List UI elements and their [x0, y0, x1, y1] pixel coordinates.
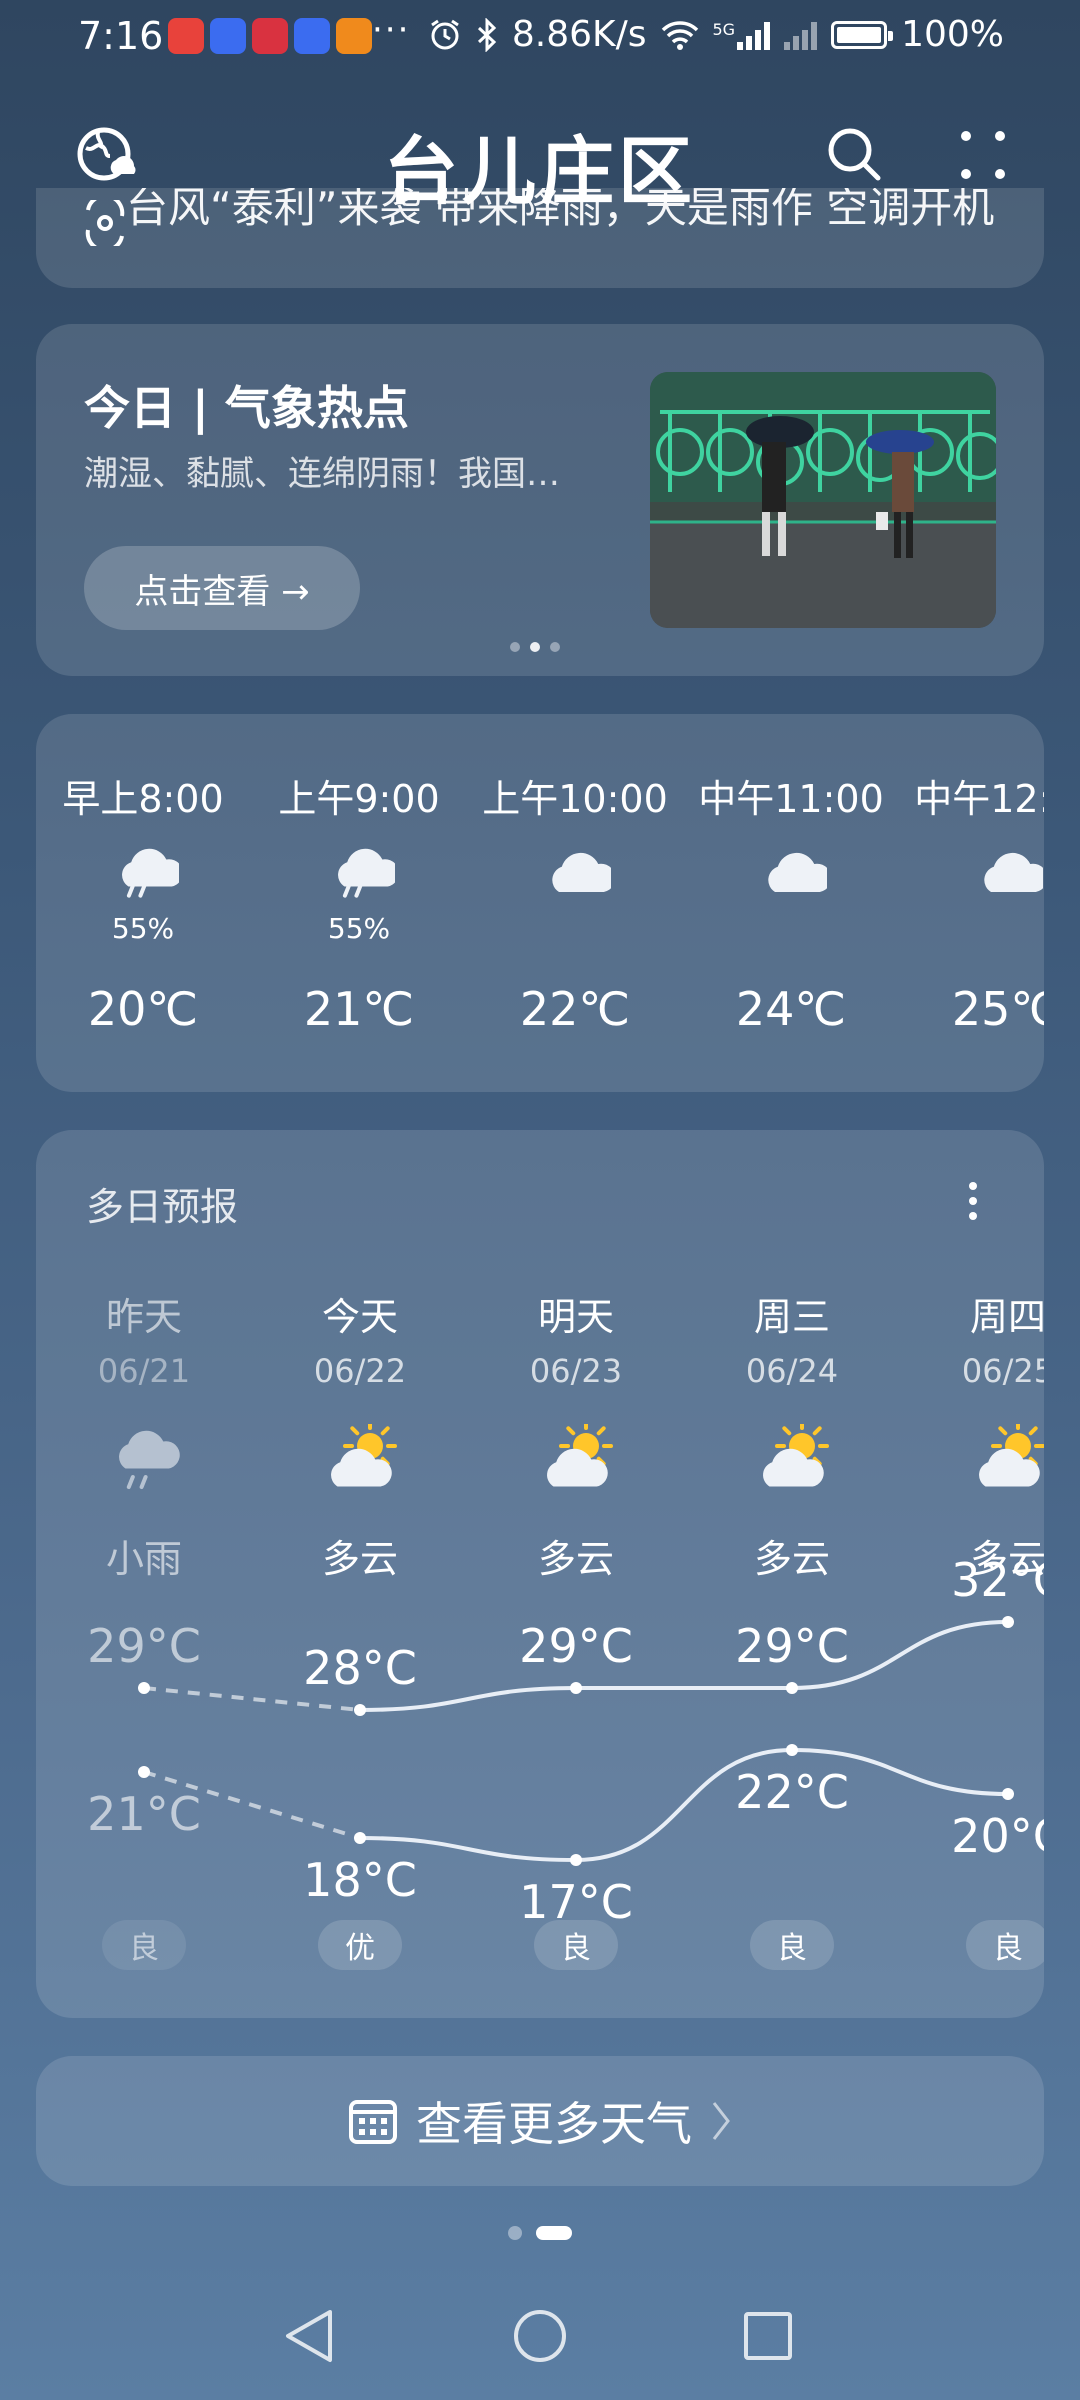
hourly-temp: 25℃	[951, 982, 1044, 1036]
hot-topic-card[interactable]: 今日 | 气象热点 潮湿、黏腻、连绵阴雨！我国… 点击查看 →	[36, 324, 1044, 676]
hot-topic-subtitle: 潮湿、黏腻、连绵阴雨！我国…	[84, 454, 560, 494]
video-app-icon	[336, 18, 372, 54]
alert-text: 台风“泰利”来袭 带来降雨，天是雨作 空调开机	[126, 188, 995, 232]
huawei-app-icon	[168, 18, 204, 54]
network-speed: 8.86K/s	[511, 14, 647, 55]
status-bar: 7:16 ··· 8.86K/s 5G 100%	[0, 0, 1080, 74]
hourly-temp: 22℃	[519, 982, 631, 1036]
rain-cloud-icon	[323, 842, 399, 898]
low-temp-label: 21°C	[87, 1787, 201, 1841]
status-more: ···	[372, 10, 411, 50]
precipitation-chance: 55%	[111, 912, 175, 945]
hourly-forecast-card[interactable]: 早上8:00 55% 20℃ 上午9:00 55% 21℃ 上午10:00 22…	[36, 714, 1044, 1092]
more-options-icon[interactable]	[958, 128, 1008, 182]
baidu-app-icon-2	[294, 18, 330, 54]
low-temp-point	[1002, 1788, 1014, 1800]
hourly-time: 中午12:00	[914, 777, 1044, 821]
battery-percent: 100%	[901, 14, 1004, 55]
low-temp-label: 18°C	[303, 1853, 417, 1907]
battery-icon	[831, 20, 894, 49]
nav-home-icon[interactable]	[510, 2306, 570, 2366]
rainy-street-photo	[650, 372, 996, 628]
high-temp-point	[1002, 1616, 1014, 1628]
high-temperature-line	[359, 1620, 1009, 1712]
precipitation-chance: 55%	[327, 912, 391, 945]
hourly-time: 中午11:00	[698, 777, 884, 821]
hourly-time: 早上8:00	[62, 777, 224, 821]
view-details-button[interactable]: 点击查看 →	[84, 546, 360, 630]
calendar-icon	[349, 2100, 397, 2144]
chevron-right-icon	[712, 2102, 730, 2140]
low-temp-label: 20°C	[951, 1809, 1044, 1863]
low-temp-label: 17°C	[519, 1875, 633, 1929]
high-temp-point	[354, 1704, 366, 1716]
high-temp-label: 29°C	[87, 1619, 201, 1673]
status-time: 7:16	[78, 14, 164, 58]
rain-cloud-icon	[107, 842, 183, 898]
more-weather-button[interactable]: 查看更多天气	[36, 2056, 1044, 2186]
status-right: 8.86K/s 5G 100%	[428, 14, 1004, 55]
bluetooth-icon	[477, 17, 497, 52]
search-icon[interactable]	[826, 126, 884, 184]
nav-recents-icon[interactable]	[742, 2310, 794, 2362]
signal-5g-icon: 5G	[713, 20, 771, 50]
daily-forecast-card[interactable]: 多日预报 昨天 06/21 小雨 良 今天 06/22 多云 优 明天 06/2…	[36, 1130, 1044, 2018]
high-temp-label: 32°C	[951, 1553, 1044, 1607]
hourly-time: 上午10:00	[482, 777, 668, 821]
high-temp-label: 28°C	[303, 1641, 417, 1695]
high-temp-point	[138, 1682, 150, 1694]
view-details-label: 点击查看 →	[134, 571, 310, 612]
page-dot-1[interactable]	[508, 2226, 522, 2240]
low-temperature-line	[359, 1747, 1009, 1863]
cloud-icon	[755, 842, 832, 898]
signal-icon	[784, 20, 818, 50]
low-temp-point	[138, 1766, 150, 1778]
alarm-icon	[431, 19, 459, 49]
low-temp-point	[570, 1854, 582, 1866]
hot-topic-title: 今日 | 气象热点	[84, 381, 409, 435]
high-temp-point	[570, 1682, 582, 1694]
reader-app-icon	[252, 18, 288, 54]
nav-back-icon[interactable]	[280, 2306, 340, 2366]
cloud-icon	[971, 842, 1044, 898]
carousel-indicator	[510, 642, 560, 652]
high-temp-point	[786, 1682, 798, 1694]
weather-alert-card[interactable]: 台风“泰利”来袭 带来降雨，天是雨作 空调开机	[36, 188, 1044, 288]
low-temp-point	[354, 1832, 366, 1844]
hourly-temp: 20℃	[87, 982, 199, 1036]
typhoon-icon	[85, 200, 125, 246]
hourly-temp: 21℃	[303, 982, 415, 1036]
temperature-chart: 29°C 28°C 29°C 29°C 32°C 21°C 18°C 17°C 22°C 20°C	[87, 1553, 1044, 1929]
low-temp-label: 22°C	[735, 1765, 849, 1819]
hourly-time: 上午9:00	[278, 777, 440, 821]
high-temp-label: 29°C	[519, 1619, 633, 1673]
page-dot-2[interactable]	[536, 2226, 572, 2240]
low-temp-point	[786, 1744, 798, 1756]
wifi-icon	[661, 20, 698, 50]
hourly-temp: 24℃	[735, 982, 847, 1036]
high-temp-label: 29°C	[735, 1619, 849, 1673]
more-weather-label: 查看更多天气	[416, 2097, 692, 2151]
baidu-app-icon	[210, 18, 246, 54]
page-indicator	[0, 2226, 1080, 2240]
cloud-icon	[539, 842, 616, 898]
